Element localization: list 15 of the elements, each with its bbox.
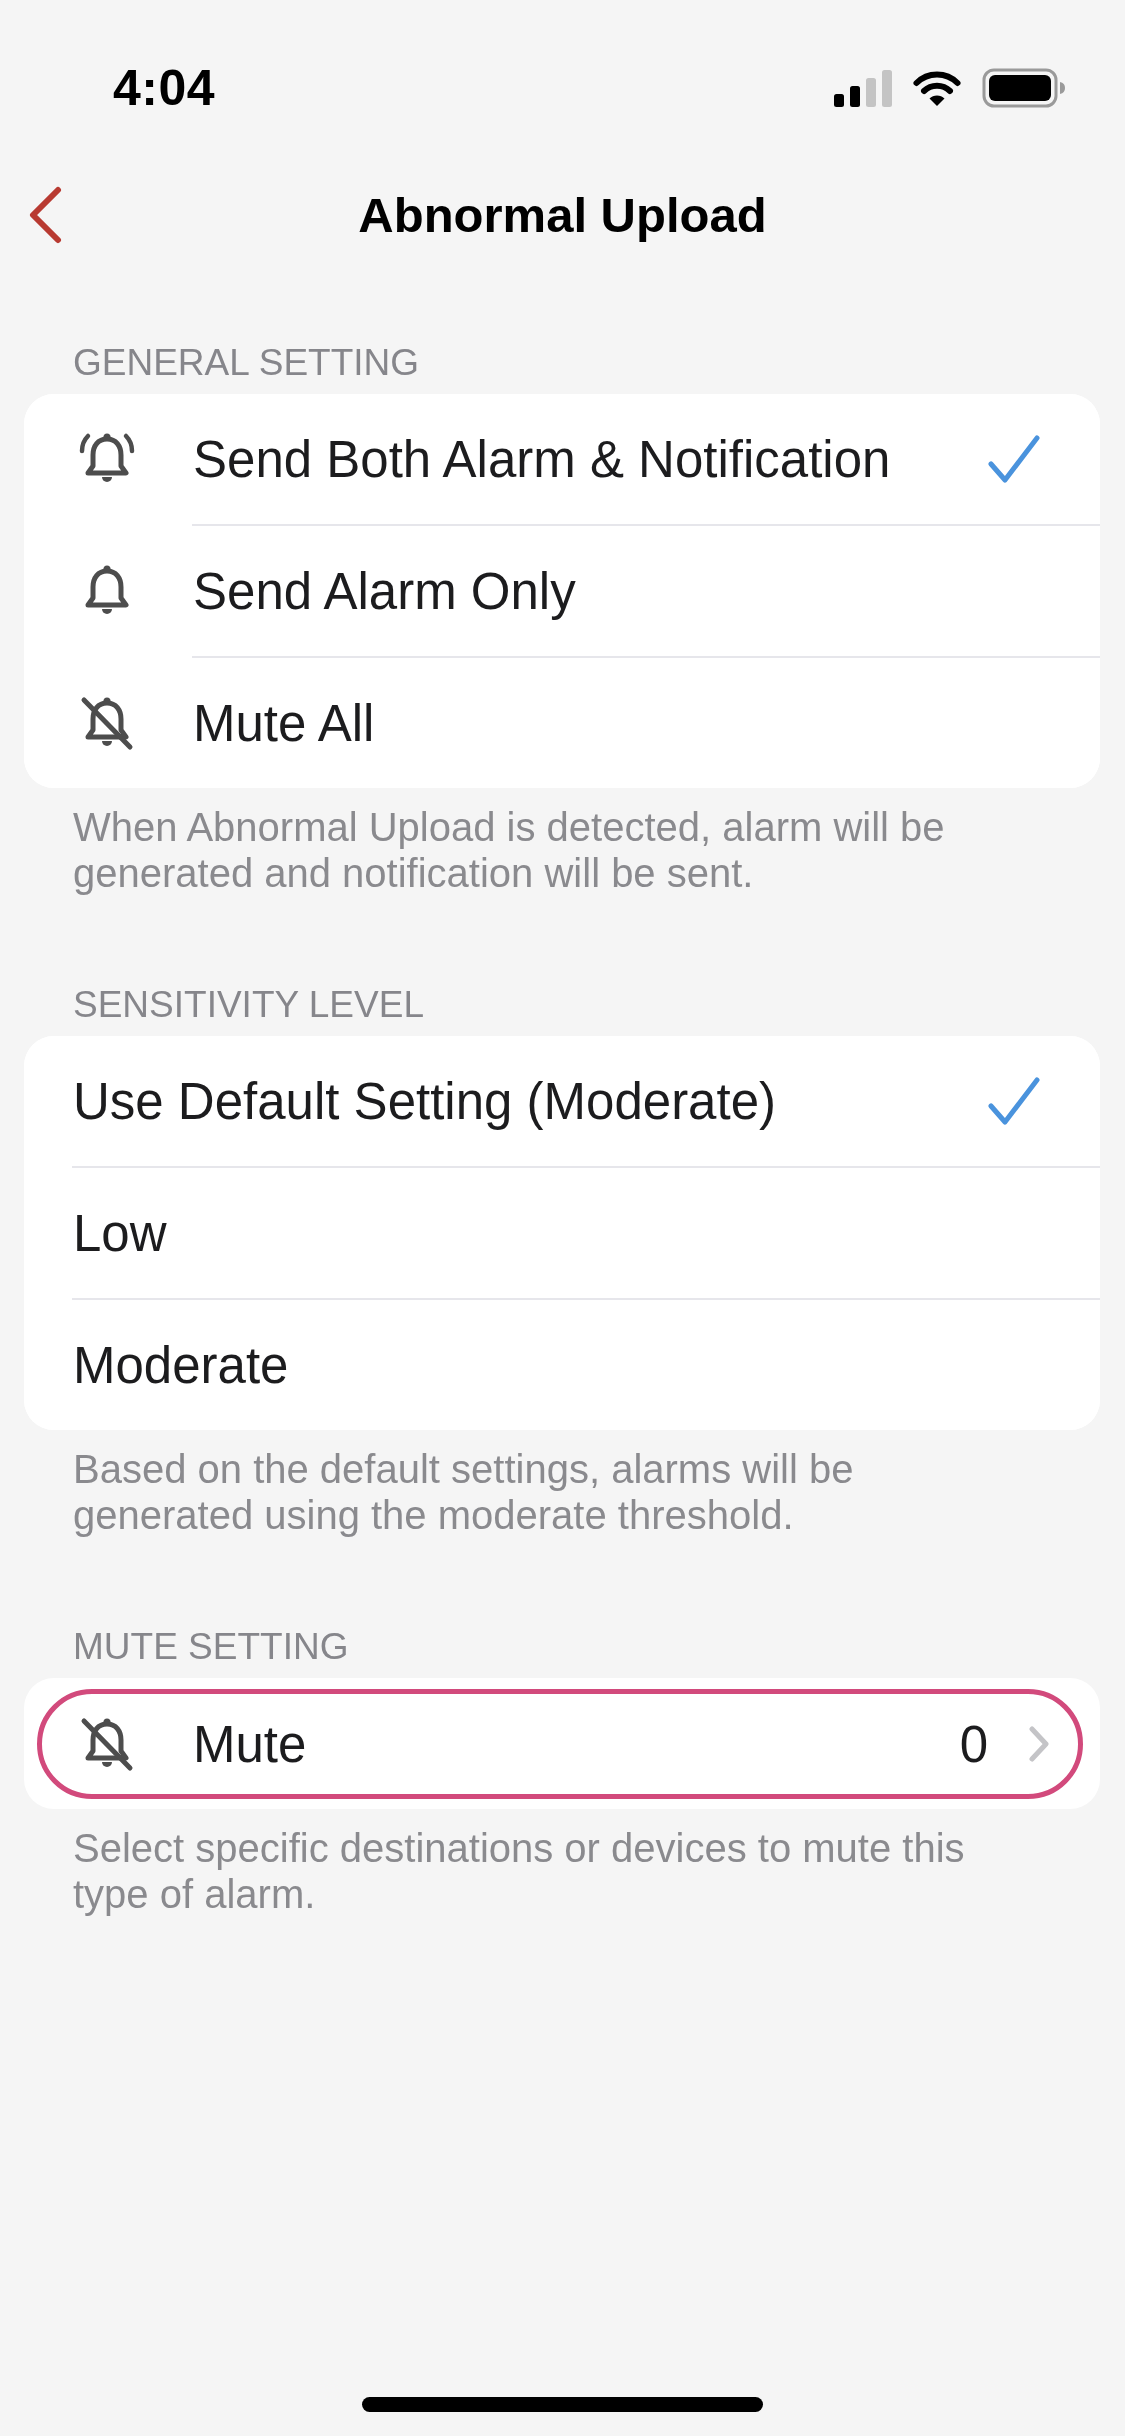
section-footnote: When Abnormal Upload is detected, alarm will be generated and notification will be sent.	[73, 804, 946, 896]
section-header: GENERAL SETTING	[73, 341, 420, 385]
section-header: MUTE SETTING	[73, 1625, 349, 1669]
battery-icon	[982, 68, 1066, 108]
section-header: SENSITIVITY LEVEL	[73, 983, 424, 1027]
mute-row[interactable]: Mute 0	[37, 1689, 1083, 1799]
status-time: 4:04	[113, 59, 216, 117]
section-footnote: Select specific destinations or devices to mute this type of alarm.	[73, 1825, 966, 1917]
back-chevron-icon	[28, 186, 62, 244]
chevron-right-icon	[1028, 1726, 1050, 1762]
wifi-icon	[912, 69, 962, 107]
count-value: 0	[959, 1714, 988, 1774]
section-footnote: Based on the default settings, alarms will be generated using the moderate threshold.	[73, 1446, 855, 1538]
page-title: Abnormal Upload	[358, 187, 767, 243]
signal-icon	[834, 69, 892, 107]
